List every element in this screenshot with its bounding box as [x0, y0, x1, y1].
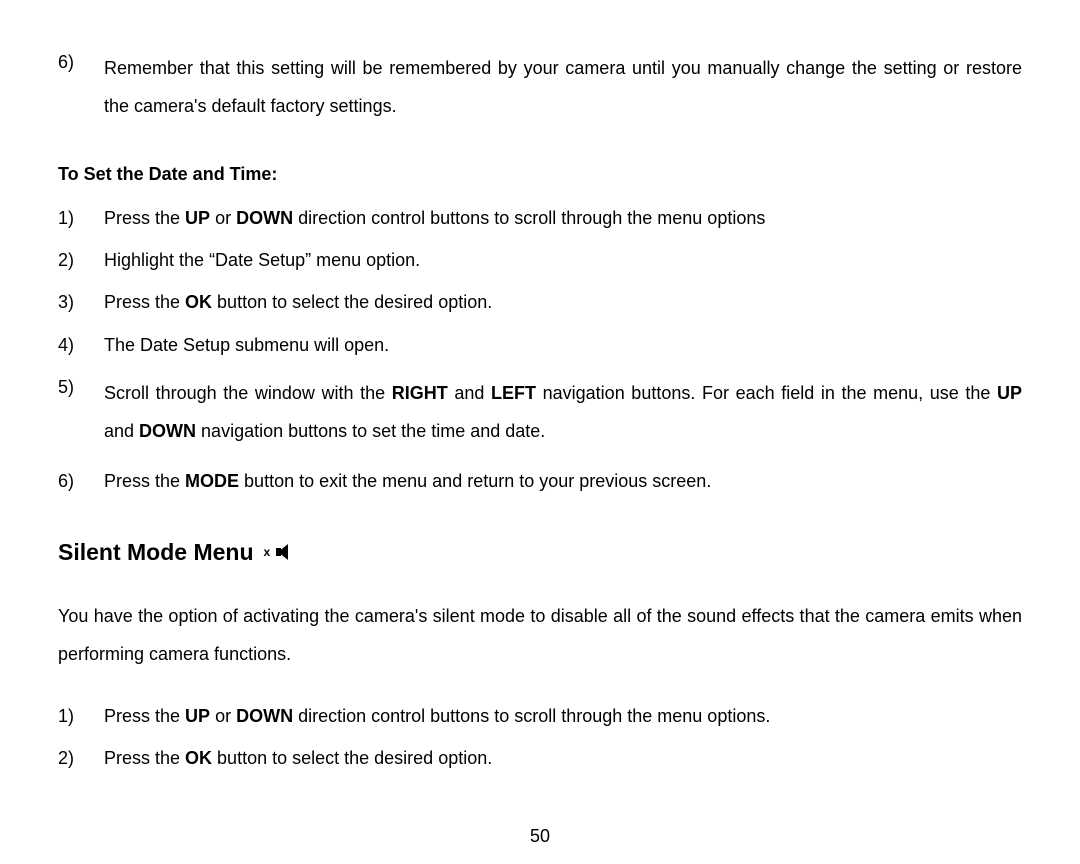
text-fragment: or: [210, 208, 236, 228]
list-number: 2): [58, 746, 104, 770]
list-text: The Date Setup submenu will open.: [104, 333, 1022, 357]
text-fragment: direction control buttons to scroll thro…: [293, 706, 770, 726]
text-fragment: Press the: [104, 208, 185, 228]
text-fragment: navigation buttons. For each field in th…: [536, 383, 997, 403]
list-text: Scroll through the window with the RIGHT…: [104, 375, 1022, 451]
list-item: 1) Press the UP or DOWN direction contro…: [58, 206, 1022, 230]
page-number: 50: [0, 824, 1080, 848]
text-fragment: button to select the desired option.: [212, 292, 492, 312]
list-item: 4) The Date Setup submenu will open.: [58, 333, 1022, 357]
list-item: 1) Press the UP or DOWN direction contro…: [58, 704, 1022, 728]
list-item: 3) Press the OK button to select the des…: [58, 290, 1022, 314]
bold-down: DOWN: [139, 421, 196, 441]
carryover-list: 6) Remember that this setting will be re…: [58, 50, 1022, 126]
list-number: 6): [58, 50, 104, 74]
text-fragment: Press the: [104, 471, 185, 491]
text-fragment: navigation buttons to set the time and d…: [196, 421, 545, 441]
bold-up: UP: [185, 208, 210, 228]
bold-down: DOWN: [236, 706, 293, 726]
subheading-set-date-time: To Set the Date and Time:: [58, 162, 1022, 186]
list-number: 1): [58, 206, 104, 230]
list-number: 4): [58, 333, 104, 357]
list-item: 5) Scroll through the window with the RI…: [58, 375, 1022, 451]
bold-up: UP: [997, 383, 1022, 403]
list-number: 3): [58, 290, 104, 314]
text-fragment: direction control buttons to scroll thro…: [293, 208, 765, 228]
list-text: Press the OK button to select the desire…: [104, 746, 1022, 770]
list-text: Remember that this setting will be remem…: [104, 50, 1022, 126]
list-number: 5): [58, 375, 104, 399]
list-item: 6) Press the MODE button to exit the men…: [58, 469, 1022, 493]
text-fragment: button to select the desired option.: [212, 748, 492, 768]
bold-ok: OK: [185, 292, 212, 312]
silent-mode-paragraph: You have the option of activating the ca…: [58, 598, 1022, 674]
list-text: Highlight the “Date Setup” menu option.: [104, 248, 1022, 272]
bold-left: LEFT: [491, 383, 536, 403]
list-item: 2) Press the OK button to select the des…: [58, 746, 1022, 770]
silent-mode-heading-row: Silent Mode Menu x: [58, 537, 1022, 568]
bold-down: DOWN: [236, 208, 293, 228]
text-fragment: Press the: [104, 292, 185, 312]
list-text: Press the MODE button to exit the menu a…: [104, 469, 1022, 493]
text-fragment: Press the: [104, 706, 185, 726]
date-time-list: 1) Press the UP or DOWN direction contro…: [58, 206, 1022, 493]
text-fragment: or: [210, 706, 236, 726]
list-item: 2) Highlight the “Date Setup” menu optio…: [58, 248, 1022, 272]
text-fragment: button to exit the menu and return to yo…: [239, 471, 711, 491]
text-fragment: and: [448, 383, 491, 403]
list-text: Press the OK button to select the desire…: [104, 290, 1022, 314]
bold-up: UP: [185, 706, 210, 726]
silent-mode-heading: Silent Mode Menu: [58, 537, 254, 568]
list-item: 6) Remember that this setting will be re…: [58, 50, 1022, 126]
bold-right: RIGHT: [392, 383, 448, 403]
text-fragment: Scroll through the window with the: [104, 383, 392, 403]
page-content: 6) Remember that this setting will be re…: [0, 0, 1080, 864]
list-text: Press the UP or DOWN direction control b…: [104, 704, 1022, 728]
list-number: 6): [58, 469, 104, 493]
bold-mode: MODE: [185, 471, 239, 491]
list-number: 2): [58, 248, 104, 272]
list-text: Press the UP or DOWN direction control b…: [104, 206, 1022, 230]
text-fragment: and: [104, 421, 139, 441]
list-number: 1): [58, 704, 104, 728]
silent-mode-list: 1) Press the UP or DOWN direction contro…: [58, 704, 1022, 771]
text-fragment: Press the: [104, 748, 185, 768]
bold-ok: OK: [185, 748, 212, 768]
speaker-muted-icon: x: [270, 542, 290, 562]
